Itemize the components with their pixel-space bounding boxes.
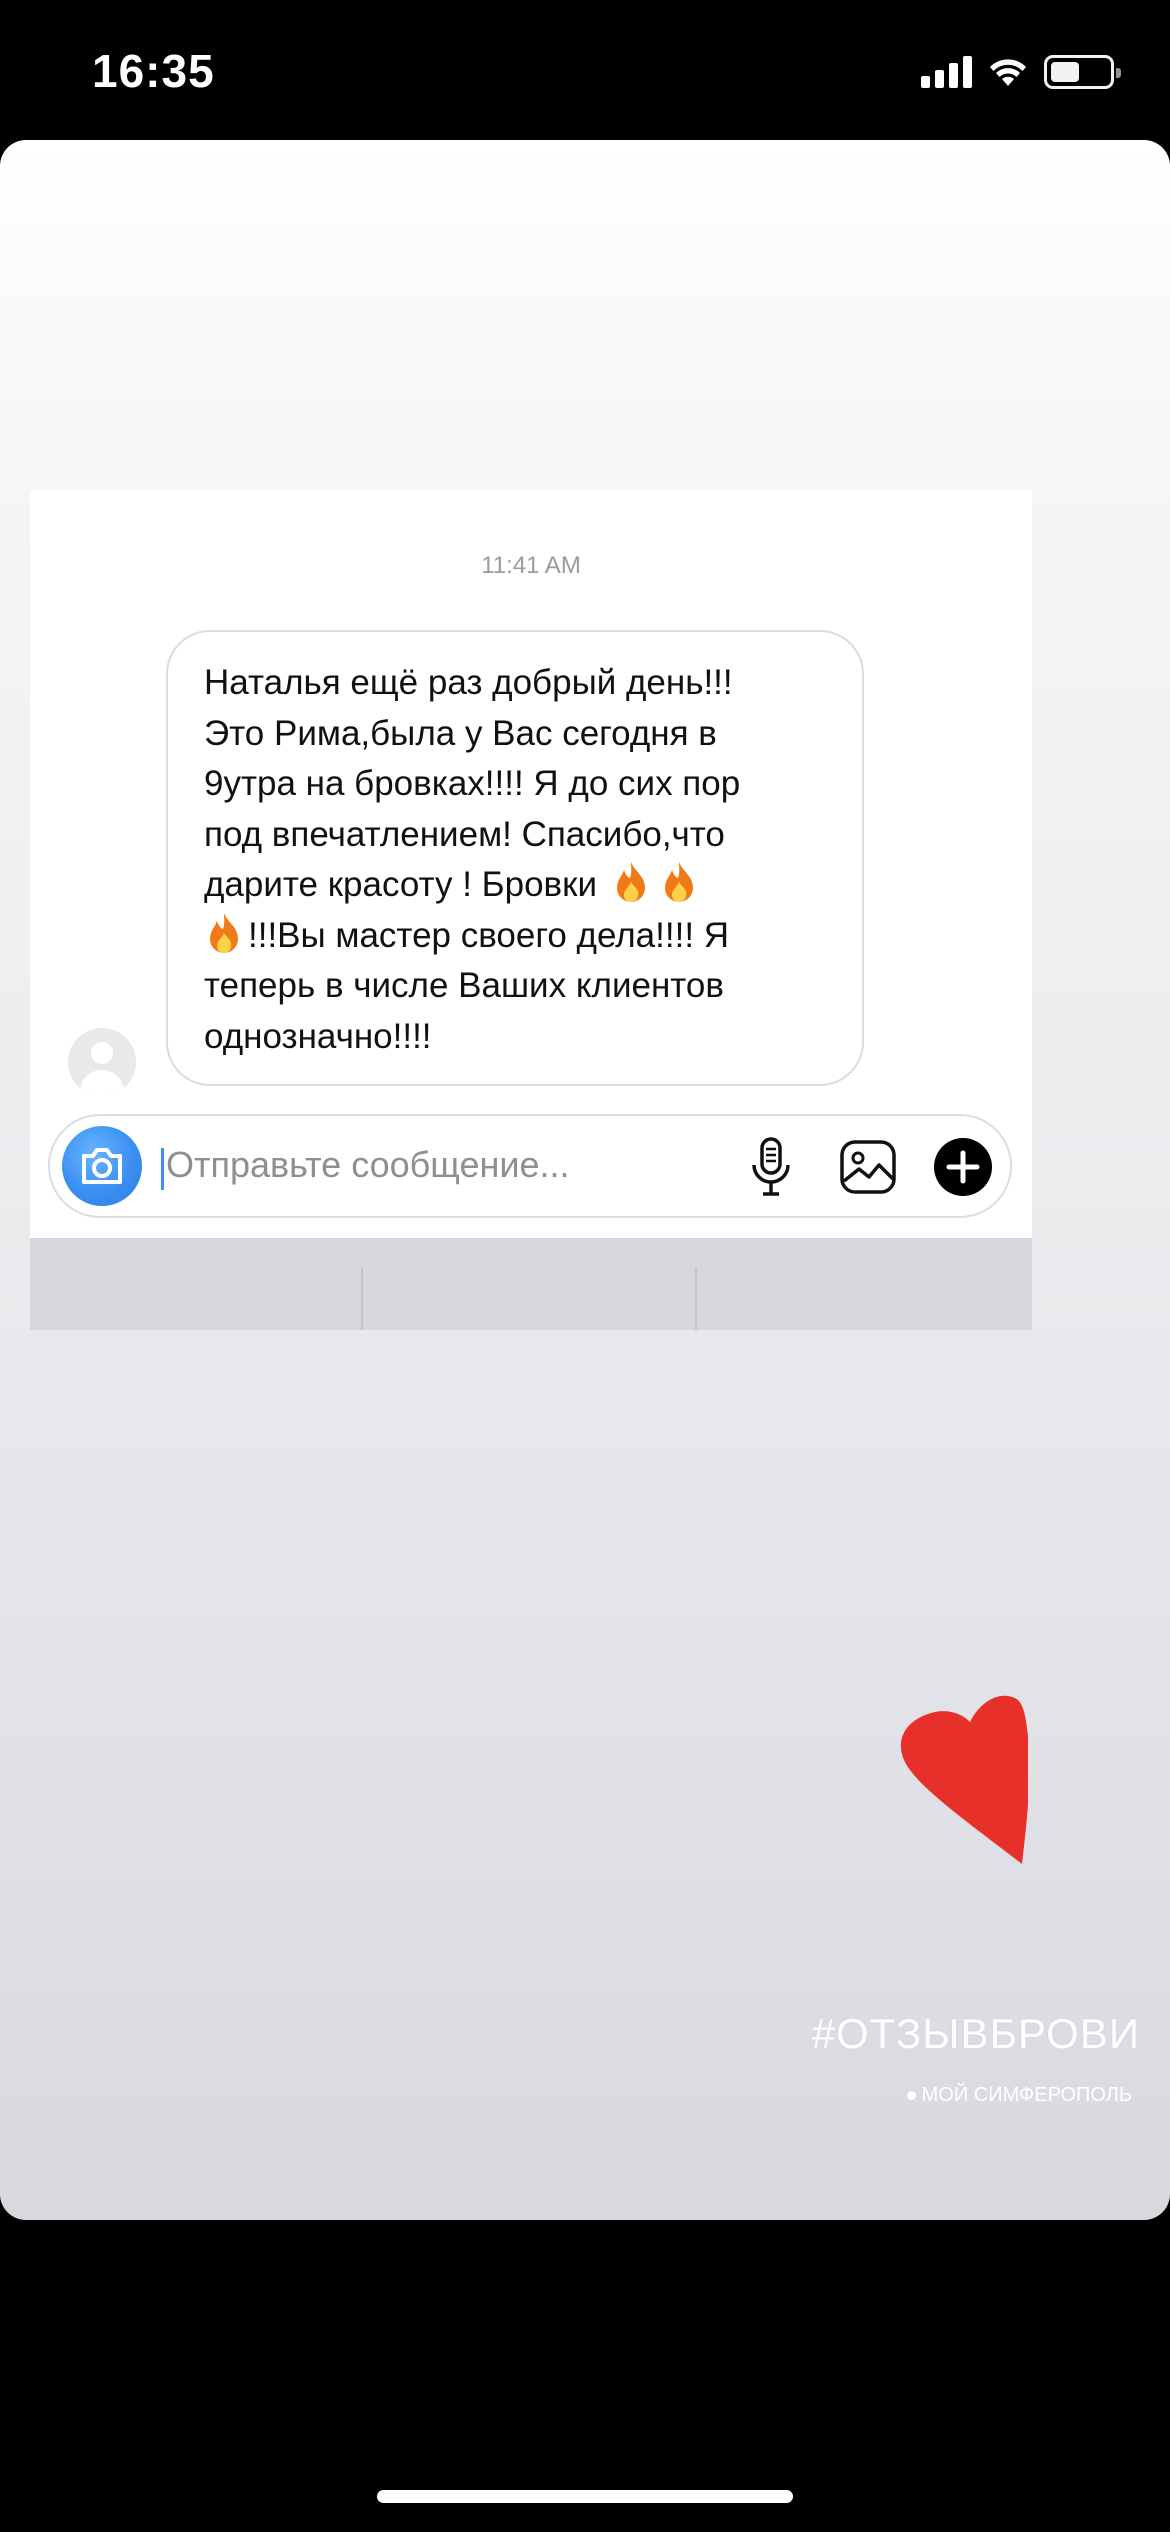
plus-icon	[934, 1138, 992, 1196]
text-caret	[161, 1148, 164, 1190]
battery-fill	[1051, 62, 1079, 82]
chat-screenshot: 11:41 AM Наталья ещё раз добрый день!!! …	[30, 490, 1032, 1330]
camera-icon	[82, 1148, 122, 1184]
gallery-icon	[840, 1140, 896, 1194]
message-line: дарите красоту ! Бровки	[204, 865, 598, 904]
more-button[interactable]	[930, 1134, 996, 1200]
hashtag-sticker[interactable]: #ОТЗЫВБРОВИ	[812, 2010, 1140, 2058]
fire-emoji-icon	[664, 862, 693, 902]
message-line: Наталья ещё раз добрый день!!!	[204, 663, 733, 702]
microphone-button[interactable]	[738, 1134, 804, 1200]
heart-icon	[901, 1695, 1028, 1864]
message-line: однозначно!!!!	[204, 1016, 432, 1056]
avatar	[68, 1028, 136, 1096]
microphone-icon	[752, 1137, 790, 1196]
fire-emoji-icon	[210, 912, 238, 953]
message-composer	[48, 1114, 1012, 1218]
gallery-button[interactable]	[835, 1134, 901, 1200]
location-sticker[interactable]: МОЙ СИМФЕРОПОЛЬ	[906, 2084, 1132, 2107]
location-label: МОЙ СИМФЕРОПОЛЬ	[921, 2084, 1132, 2106]
status-time: 16:35	[92, 45, 215, 97]
wifi-icon	[990, 59, 1026, 86]
status-icons	[921, 52, 1121, 92]
message-input[interactable]	[166, 1144, 686, 1186]
location-pin-icon	[906, 2091, 916, 2100]
message-line: Это Рима,была у Вас сегодня в	[204, 713, 717, 753]
status-bar: 16:35	[0, 0, 1170, 140]
home-indicator[interactable]	[377, 2490, 793, 2503]
story-card[interactable]: 11:41 AM Наталья ещё раз добрый день!!! …	[0, 140, 1170, 2220]
message-line: под впечатлением! Спасибо,что	[204, 814, 725, 854]
message-bubble: Наталья ещё раз добрый день!!! Это Рима,…	[166, 630, 864, 1086]
cellular-signal-icon	[921, 56, 972, 88]
message-line: 9утра на бровках!!!! Я до сих пор	[204, 764, 741, 803]
keyboard-suggestion-strip	[30, 1238, 1032, 1330]
message-line: теперь в числе Ваших клиентов	[204, 966, 724, 1005]
fire-emoji-icon	[616, 862, 645, 902]
camera-button[interactable]	[62, 1126, 142, 1206]
message-timestamp: 11:41 AM	[481, 552, 581, 579]
battery-icon	[1044, 55, 1121, 89]
message-line: !!!Вы мастер своего дела!!!! Я	[248, 915, 730, 955]
